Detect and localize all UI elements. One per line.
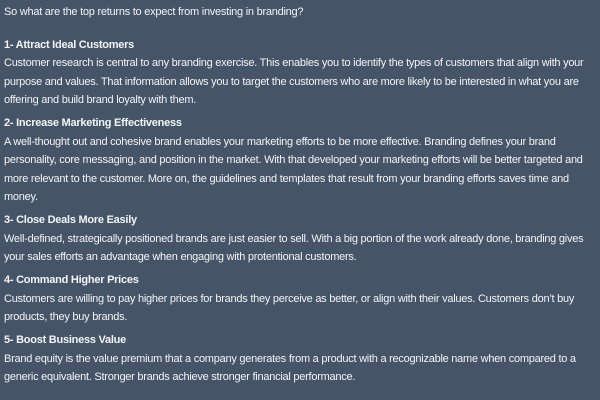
section-text-line: personality, core messaging, and positio…: [4, 154, 583, 166]
section-heading: 4- Command Higher Prices: [4, 274, 139, 286]
section-heading: 1- Attract Ideal Customers: [4, 38, 135, 51]
sections-list: 1- Attract Ideal Customers Customer resea…: [4, 36, 596, 387]
section-heading: 2- Increase Marketing Effectiveness: [4, 117, 182, 129]
section: 3- Close Deals More Easily Well-defined, …: [4, 211, 596, 267]
section: 2- Increase Marketing Effectiveness A wel…: [4, 114, 596, 207]
section-text-line: offering and build brand loyalty with th…: [4, 94, 197, 106]
section-heading: 3- Close Deals More Easily: [4, 214, 137, 226]
section-text-line: your sales efforts an advantage when eng…: [4, 251, 357, 263]
section-text-line: generic equivalent. Stronger brands achi…: [4, 371, 356, 383]
section: 5- Boost Business Value Brand equity is t…: [4, 331, 596, 387]
section: 4- Command Higher Prices Customers are wi…: [4, 271, 596, 327]
section-text-line: Customer research is central to any bran…: [4, 57, 584, 69]
section-text-line: Customers are willing to pay higher pric…: [4, 292, 575, 305]
section: 1- Attract Ideal Customers Customer resea…: [4, 36, 596, 110]
section-text-line: money.: [4, 191, 38, 203]
section-text-line: Brand equity is the value premium that a…: [4, 352, 576, 365]
section-text-line: A well-thought out and cohesive brand en…: [4, 135, 556, 148]
section-heading: 5- Boost Business Value: [4, 334, 127, 346]
section-text-line: more relevant to the customer. More on, …: [4, 172, 569, 185]
intro-question: So what are the top returns to expect fr…: [4, 6, 304, 18]
section-text-line: products, they buy brands.: [4, 311, 128, 323]
document-body: So what are the top returns to expect fr…: [4, 3, 596, 391]
section-text-line: purpose and values. That information all…: [4, 75, 579, 88]
section-text-line: Well-defined, strategically positioned b…: [4, 232, 584, 245]
